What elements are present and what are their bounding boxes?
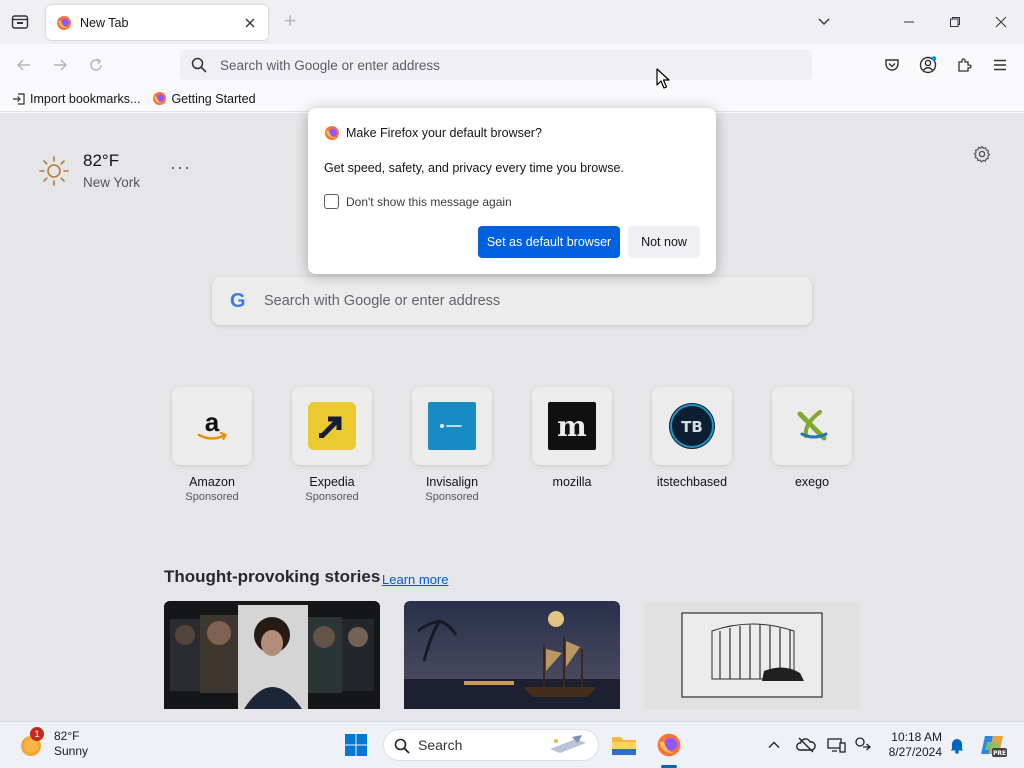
firefox-taskbar-icon[interactable] xyxy=(655,731,683,759)
close-tab-icon[interactable] xyxy=(242,15,258,31)
restore-icon[interactable] xyxy=(945,12,965,32)
import-icon xyxy=(13,92,25,105)
bookmark-getting-started[interactable]: Getting Started xyxy=(152,91,256,106)
forward-arrow-icon[interactable] xyxy=(49,54,71,76)
navigation-toolbar: Search with Google or enter address xyxy=(0,44,1024,86)
onedrive-offline-icon[interactable] xyxy=(792,731,820,759)
set-default-browser-button[interactable]: Set as default browser xyxy=(478,226,620,258)
taskbar-weather-desc: Sunny xyxy=(54,744,89,758)
notification-badge: 1 xyxy=(30,727,44,741)
windows-taskbar: 1 82°F Sunny Search 10:18 AM 8/27/2024 P… xyxy=(0,721,1024,768)
not-now-button[interactable]: Not now xyxy=(628,226,700,258)
dialog-body: Get speed, safety, and privacy every tim… xyxy=(324,161,624,175)
clock-date: 8/27/2024 xyxy=(888,745,942,759)
new-tab-button[interactable]: + xyxy=(279,10,301,33)
file-explorer-icon[interactable] xyxy=(610,731,638,759)
chevron-up-icon[interactable] xyxy=(760,731,788,759)
firefox-icon xyxy=(325,126,339,140)
checkbox-label: Don't show this message again xyxy=(346,194,512,209)
system-clock[interactable]: 10:18 AM 8/27/2024 xyxy=(880,730,942,760)
chevron-down-icon[interactable] xyxy=(816,13,834,31)
taskbar-weather-temp: 82°F xyxy=(54,729,80,743)
mouse-cursor-icon xyxy=(656,68,670,93)
tab-new-tab[interactable]: New Tab xyxy=(46,5,268,40)
pocket-icon[interactable] xyxy=(881,54,903,76)
taskbar-search-label: Search xyxy=(418,737,463,753)
firefox-view-icon[interactable] xyxy=(8,10,32,34)
dont-show-again-checkbox[interactable]: Don't show this message again xyxy=(324,194,512,209)
firefox-icon xyxy=(153,91,167,106)
minimize-icon[interactable] xyxy=(899,12,919,32)
tab-strip: New Tab + xyxy=(0,0,1024,44)
default-browser-dialog: Make Firefox your default browser? Get s… xyxy=(308,108,716,274)
copilot-badge: PRE xyxy=(993,750,1006,757)
bell-icon[interactable] xyxy=(943,731,971,759)
url-bar[interactable]: Search with Google or enter address xyxy=(180,50,812,80)
reload-icon[interactable] xyxy=(85,54,107,76)
checkbox-box[interactable] xyxy=(324,194,339,209)
network-status-icon[interactable] xyxy=(849,731,877,759)
bookmark-import[interactable]: Import bookmarks... xyxy=(12,92,140,106)
close-window-icon[interactable] xyxy=(991,12,1011,32)
display-icon[interactable] xyxy=(822,731,850,759)
clock-time: 10:18 AM xyxy=(891,730,942,744)
search-icon xyxy=(191,57,207,73)
bookmark-label: Getting Started xyxy=(171,91,256,106)
extensions-icon[interactable] xyxy=(953,54,975,76)
search-highlight-icon xyxy=(550,735,586,753)
firefox-favicon-icon xyxy=(57,15,71,30)
search-icon xyxy=(394,738,410,754)
windows-start-icon[interactable] xyxy=(342,731,370,759)
dialog-title: Make Firefox your default browser? xyxy=(346,126,542,140)
account-icon[interactable] xyxy=(917,54,939,76)
taskbar-weather-widget[interactable]: 1 82°F Sunny xyxy=(18,727,89,759)
url-bar-placeholder: Search with Google or enter address xyxy=(220,57,440,73)
tab-title: New Tab xyxy=(80,15,129,30)
copilot-icon[interactable]: PRE xyxy=(978,731,1008,759)
bookmark-label: Import bookmarks... xyxy=(30,91,141,106)
back-arrow-icon[interactable] xyxy=(13,54,35,76)
menu-icon[interactable] xyxy=(989,54,1011,76)
taskbar-search-box[interactable]: Search xyxy=(383,729,599,761)
